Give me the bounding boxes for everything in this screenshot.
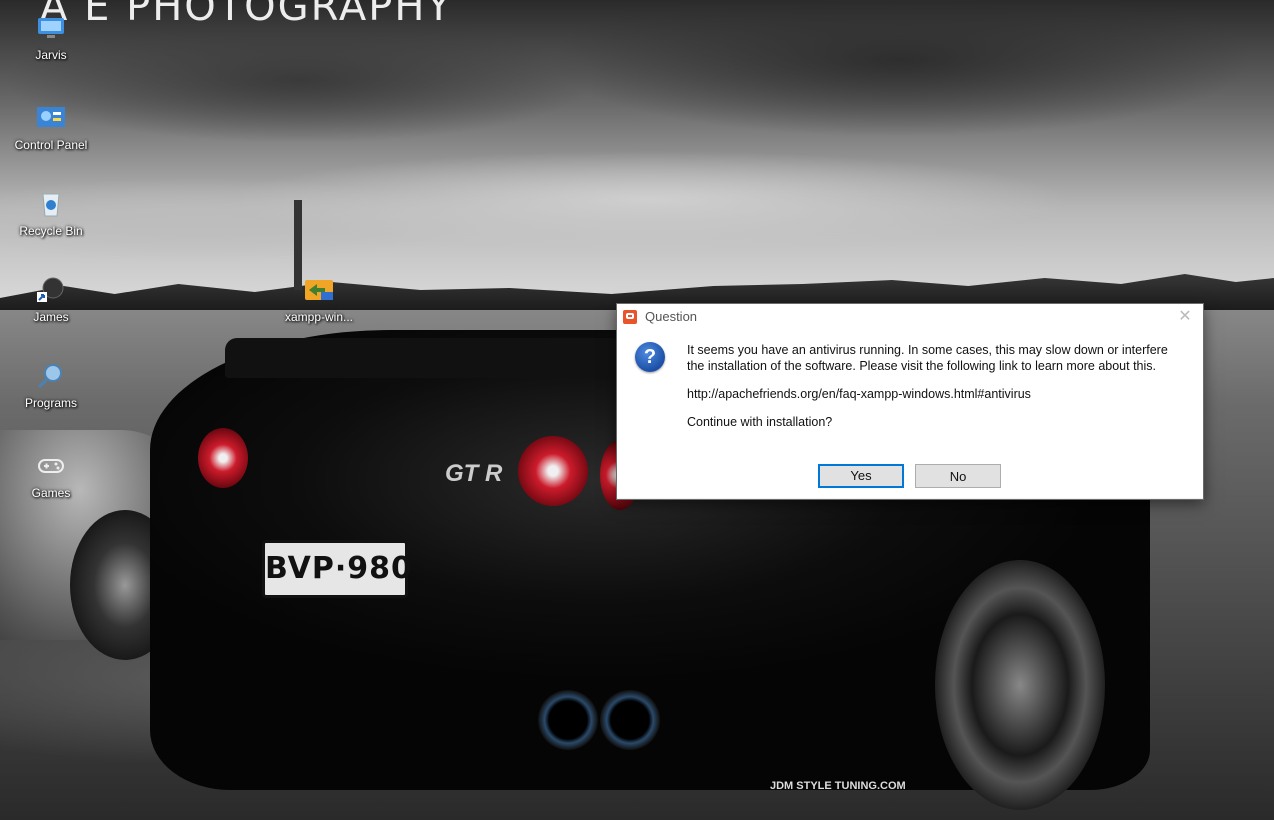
recycle-bin-icon: [35, 190, 67, 218]
user-folder-icon: [35, 14, 67, 42]
gamepad-icon: [35, 452, 67, 480]
wallpaper-exhaust: [538, 690, 598, 750]
wallpaper-exhaust: [600, 690, 660, 750]
wallpaper-tail-light: [518, 436, 588, 506]
desktop-icon-games[interactable]: Games: [6, 452, 96, 500]
faq-link-text: http://apachefriends.org/en/faq-xampp-wi…: [687, 387, 1031, 401]
desktop-icon-label: Control Panel: [14, 138, 88, 152]
dialog-message: It seems you have an antivirus running. …: [687, 342, 1187, 442]
wallpaper-footer-text: JDM STYLE TUNING.COM: [770, 780, 906, 792]
wallpaper-car-spoiler: [225, 338, 645, 378]
no-button[interactable]: No: [915, 464, 1001, 488]
question-dialog: Question ✕ ? It seems you have an antivi…: [616, 303, 1204, 500]
desktop-icon-xampp-installer[interactable]: xampp-win...: [274, 276, 364, 324]
xampp-app-icon: [623, 310, 637, 324]
search-icon: [35, 362, 67, 390]
wallpaper-gtr-badge: GT R: [445, 460, 503, 487]
dialog-title-bar[interactable]: Question ✕: [617, 304, 1203, 330]
dialog-body: ? It seems you have an antivirus running…: [617, 330, 1203, 498]
question-icon: ?: [635, 342, 665, 372]
dialog-title: Question: [645, 309, 698, 324]
yes-button[interactable]: Yes: [818, 464, 904, 488]
antivirus-warning-text: It seems you have an antivirus running. …: [687, 343, 1168, 373]
control-panel-icon: [35, 104, 67, 132]
desktop-icon-label: Jarvis: [35, 48, 67, 62]
desktop-icon-label: xampp-win...: [284, 310, 354, 324]
desktop-icon-recycle-bin[interactable]: Recycle Bin: [6, 190, 96, 238]
continue-prompt: Continue with installation?: [687, 415, 833, 429]
desktop-icon-james[interactable]: James: [6, 276, 96, 324]
desktop-icon-jarvis[interactable]: Jarvis: [6, 14, 96, 62]
wallpaper-license-plate: BVP·980: [262, 540, 412, 598]
desktop-icon-label: Programs: [24, 396, 77, 410]
xampp-installer-icon: [303, 276, 335, 304]
wallpaper-car-wheel: [935, 560, 1105, 810]
wallpaper-tail-light: [198, 428, 248, 488]
shortcut-icon: [35, 276, 67, 304]
desktop-icon-label: Recycle Bin: [19, 224, 83, 238]
desktop-icon-control-panel[interactable]: Control Panel: [6, 104, 96, 152]
desktop-icon-programs[interactable]: Programs: [6, 362, 96, 410]
desktop-icon-label: James: [33, 310, 69, 324]
desktop-icon-label: Games: [31, 486, 71, 500]
wallpaper-brand-watermark: A E PHOTOGRAPHY: [40, 0, 453, 30]
close-button[interactable]: ✕: [1173, 308, 1197, 326]
wallpaper-sky: [0, 0, 1274, 300]
